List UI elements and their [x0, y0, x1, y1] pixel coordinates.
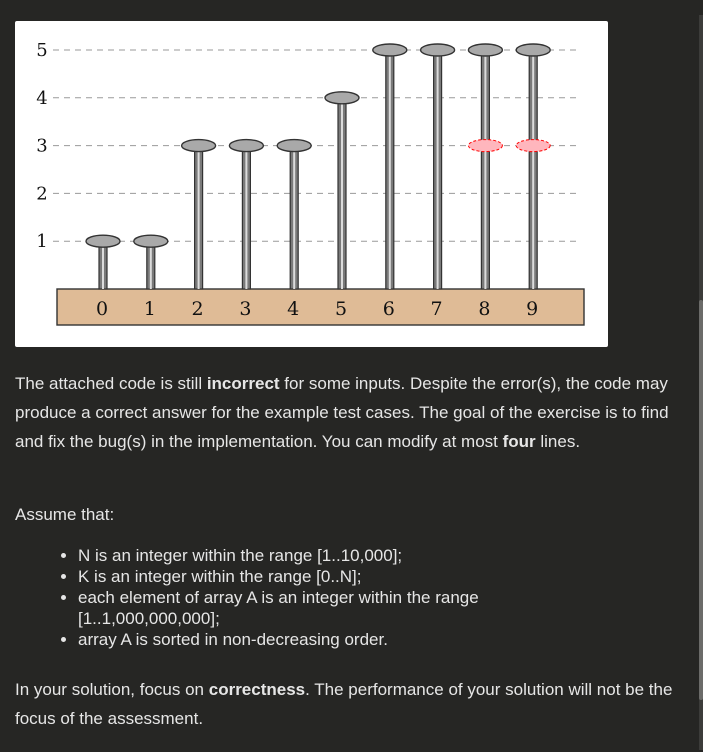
- page-scrollbar-thumb[interactable]: [699, 300, 703, 700]
- pillar-cap: [324, 91, 360, 105]
- index-label: 9: [526, 298, 538, 320]
- pillar-cap: [133, 234, 169, 248]
- pillar-cap: [515, 43, 551, 57]
- index-label: 7: [431, 298, 443, 320]
- index-label: 2: [192, 298, 204, 320]
- index-label: 8: [478, 298, 490, 320]
- index-label: 6: [383, 298, 395, 320]
- y-tick-label: 1: [36, 231, 47, 252]
- statement-text-3: lines.: [535, 432, 581, 451]
- y-tick-label: 5: [36, 40, 47, 61]
- index-label: 4: [287, 298, 299, 320]
- index-label: 0: [96, 298, 108, 320]
- condition-item: N is an integer within the range [1..10,…: [78, 545, 598, 566]
- focus-note: In your solution, focus on correctness. …: [15, 675, 695, 733]
- index-label: 1: [144, 298, 156, 320]
- pillar-cap: [180, 138, 217, 153]
- pillar-cap: [372, 43, 408, 57]
- pillars-figure: 1 2 3 4 5 0 1 2 3 4 5 6 7 8 9: [15, 21, 608, 347]
- pillar-cap: [228, 138, 265, 153]
- index-label: 5: [335, 298, 347, 320]
- focus-correctness: correctness: [208, 680, 306, 699]
- index-label: 3: [239, 298, 251, 320]
- pillar-cap: [419, 43, 456, 57]
- pillars-diagram: 1 2 3 4 5 0 1 2 3 4 5 6 7 8 9: [36, 40, 585, 326]
- conditions-list: N is an integer within the range [1..10,…: [58, 545, 598, 650]
- condition-item: array A is sorted in non-decreasing orde…: [78, 629, 598, 650]
- pillar-cap: [276, 138, 312, 153]
- pillar-cap: [85, 234, 121, 248]
- condition-item: K is an integer within the range [0..N];: [78, 566, 598, 587]
- assume-heading: Assume that:: [15, 505, 115, 524]
- y-tick-label: 2: [36, 183, 47, 204]
- y-tick-label: 3: [36, 136, 47, 157]
- focus-text-1: In your solution, focus on: [15, 680, 209, 699]
- pillar-cap: [467, 43, 504, 57]
- condition-item: each element of array A is an integer wi…: [78, 587, 598, 629]
- task-statement: The attached code is still incorrect for…: [15, 369, 695, 456]
- statement-text-1: The attached code is still: [15, 374, 207, 393]
- statement-four: four: [502, 432, 536, 451]
- y-tick-label: 4: [36, 88, 47, 109]
- base-plank: [56, 288, 585, 326]
- statement-incorrect: incorrect: [206, 374, 280, 393]
- highlighted-cap: [467, 139, 503, 153]
- highlighted-cap: [515, 139, 551, 153]
